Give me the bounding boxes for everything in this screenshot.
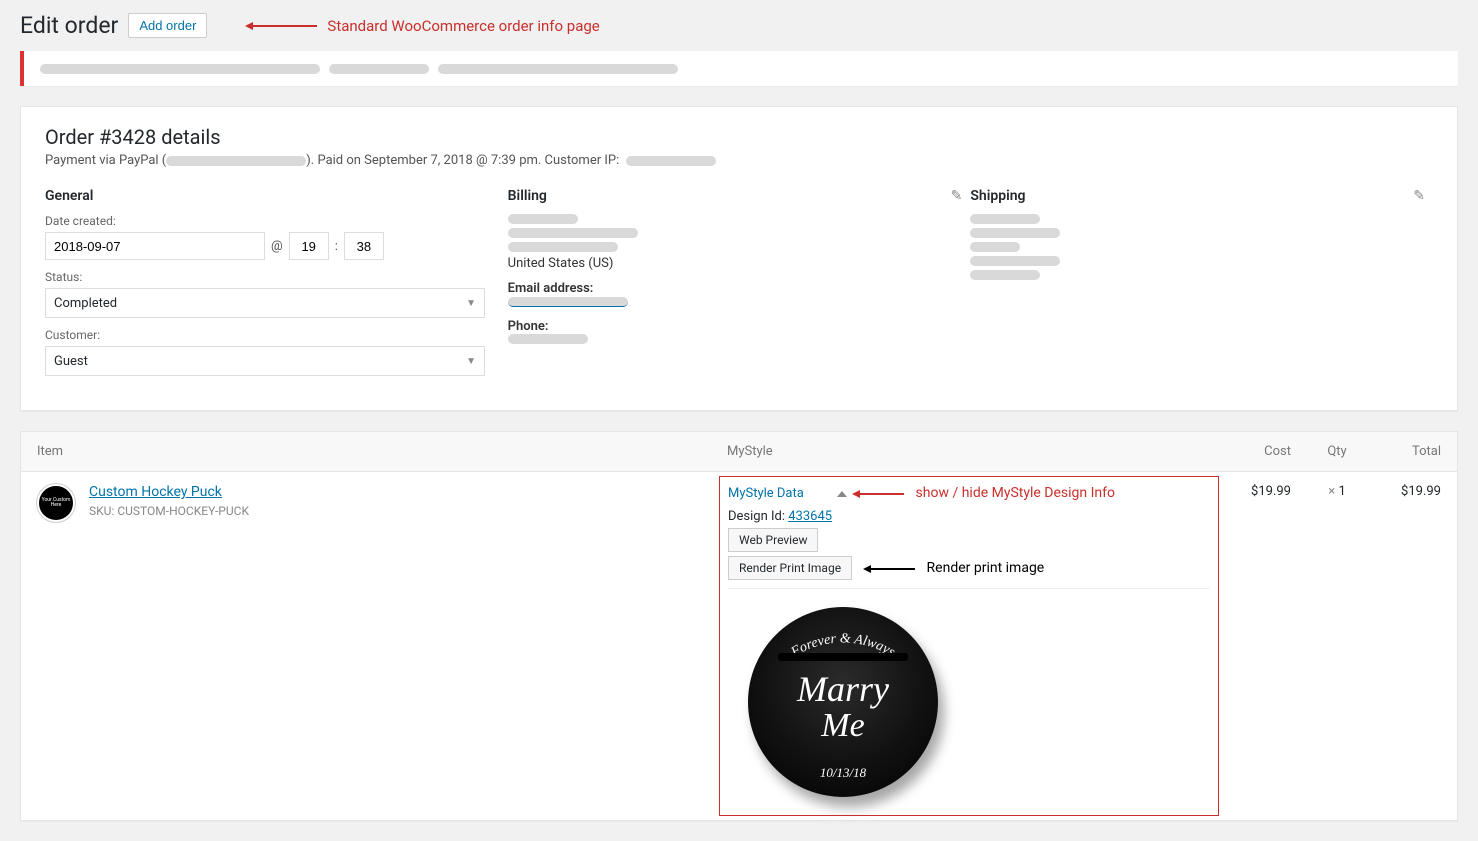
status-select[interactable]: Completed ▼ — [45, 288, 485, 318]
redacted-address-line — [508, 242, 618, 252]
order-items-panel: Item MyStyle Cost Qty Total Your Custom … — [20, 431, 1458, 821]
puck-date-text: 10/13/18 — [820, 765, 866, 781]
col-header-item: Item — [21, 432, 711, 471]
chevron-down-icon: ▼ — [466, 356, 476, 367]
redacted-address-line — [508, 214, 578, 224]
product-thumbnail[interactable]: Your Custom Here — [37, 484, 75, 522]
meta-prefix: Payment via PayPal ( — [45, 153, 166, 168]
product-link[interactable]: Custom Hockey Puck — [89, 484, 222, 500]
minute-input[interactable] — [344, 232, 384, 260]
qty-prefix: × — [1328, 484, 1335, 499]
mystyle-highlight-box: MyStyle Data show / hide MyStyle Design … — [719, 476, 1219, 816]
puck-main-text-2: Me — [821, 707, 864, 744]
pencil-icon[interactable]: ✎ — [951, 188, 963, 204]
items-table-header: Item MyStyle Cost Qty Total — [21, 432, 1457, 472]
customer-select[interactable]: Guest ▼ — [45, 346, 485, 376]
phone-label: Phone: — [508, 319, 951, 334]
shipping-heading: Shipping — [970, 188, 1413, 204]
billing-country: United States (US) — [508, 256, 951, 271]
item-qty: × 1 — [1307, 472, 1367, 511]
triangle-up-icon — [837, 491, 847, 497]
redacted-text — [329, 64, 429, 74]
date-created-label: Date created: — [45, 214, 488, 228]
redacted-address-line — [970, 228, 1060, 238]
page-title: Edit order — [20, 12, 118, 39]
redacted-phone — [508, 334, 588, 344]
sku-label: SKU: — [89, 504, 114, 518]
billing-heading: Billing — [508, 188, 951, 204]
order-details-panel: Order #3428 details Payment via PayPal (… — [20, 106, 1458, 411]
design-preview-image: Forever & Always Marry Me 10/13/18 — [748, 607, 948, 807]
email-label: Email address: — [508, 281, 951, 296]
header-annotation-text: Standard WooCommerce order info page — [327, 17, 599, 35]
render-print-button[interactable]: Render Print Image — [728, 556, 852, 580]
redacted-address-line — [970, 242, 1020, 252]
item-cost: $19.99 — [1227, 472, 1307, 511]
sku-value: CUSTOM-HOCKEY-PUCK — [117, 504, 249, 518]
redacted-bar — [778, 653, 908, 661]
col-header-mystyle: MyStyle — [711, 432, 1227, 471]
general-column: General Date created: @ : Status: Comple… — [45, 188, 508, 386]
customer-label: Customer: — [45, 328, 488, 342]
add-order-button[interactable]: Add order — [128, 13, 207, 38]
web-preview-button[interactable]: Web Preview — [728, 528, 818, 552]
thumb-text: Your Custom Here — [39, 498, 73, 508]
order-number-title: Order #3428 details — [45, 125, 1433, 149]
col-header-total: Total — [1367, 432, 1457, 471]
billing-column: Billing ✎ United States (US) Email addre… — [508, 188, 971, 386]
design-id-link[interactable]: 433645 — [788, 509, 832, 524]
redacted-text — [438, 64, 678, 74]
redacted-address-line — [970, 256, 1060, 266]
col-header-qty: Qty — [1307, 432, 1367, 471]
design-id-label: Design Id: — [728, 509, 785, 524]
meta-suffix: ). Paid on September 7, 2018 @ 7:39 pm. … — [306, 153, 619, 168]
annotation-arrow-icon — [854, 493, 904, 495]
order-payment-meta: Payment via PayPal ( ). Paid on September… — [45, 153, 1433, 168]
annotation-arrow-icon — [865, 568, 915, 570]
date-input[interactable] — [45, 232, 265, 260]
redacted-email-link[interactable] — [508, 297, 628, 307]
status-label: Status: — [45, 270, 488, 284]
pencil-icon[interactable]: ✎ — [1413, 188, 1425, 204]
design-id-row: Design Id: 433645 — [728, 509, 1210, 524]
redacted-ip — [626, 156, 716, 166]
notice-banner — [20, 51, 1458, 86]
general-heading: General — [45, 188, 488, 204]
item-total: $19.99 — [1367, 472, 1457, 511]
product-sku: SKU: CUSTOM-HOCKEY-PUCK — [89, 504, 249, 518]
time-colon: : — [335, 239, 338, 254]
shipping-column: Shipping ✎ — [970, 188, 1433, 386]
hour-input[interactable] — [289, 232, 329, 260]
render-print-annotation: Render print image — [927, 560, 1045, 576]
mystyle-toggle-label: MyStyle Data — [728, 486, 804, 501]
customer-value: Guest — [54, 354, 88, 369]
redacted-address-line — [970, 270, 1040, 280]
table-row: Your Custom Here Custom Hockey Puck SKU:… — [21, 472, 1457, 820]
redacted-transaction-link[interactable] — [166, 156, 306, 166]
mystyle-data-toggle[interactable]: MyStyle Data — [728, 486, 804, 501]
status-value: Completed — [54, 296, 117, 311]
redacted-text — [40, 64, 320, 74]
annotation-arrow-icon — [247, 25, 317, 27]
redacted-address-line — [508, 228, 638, 238]
mystyle-annotation: show / hide MyStyle Design Info — [916, 485, 1115, 501]
qty-value: 1 — [1338, 484, 1345, 499]
page-header: Edit order Add order Standard WooCommerc… — [20, 12, 1458, 39]
col-header-cost: Cost — [1227, 432, 1307, 471]
redacted-address-line — [970, 214, 1040, 224]
chevron-down-icon: ▼ — [466, 298, 476, 309]
at-symbol: @ — [271, 239, 283, 254]
